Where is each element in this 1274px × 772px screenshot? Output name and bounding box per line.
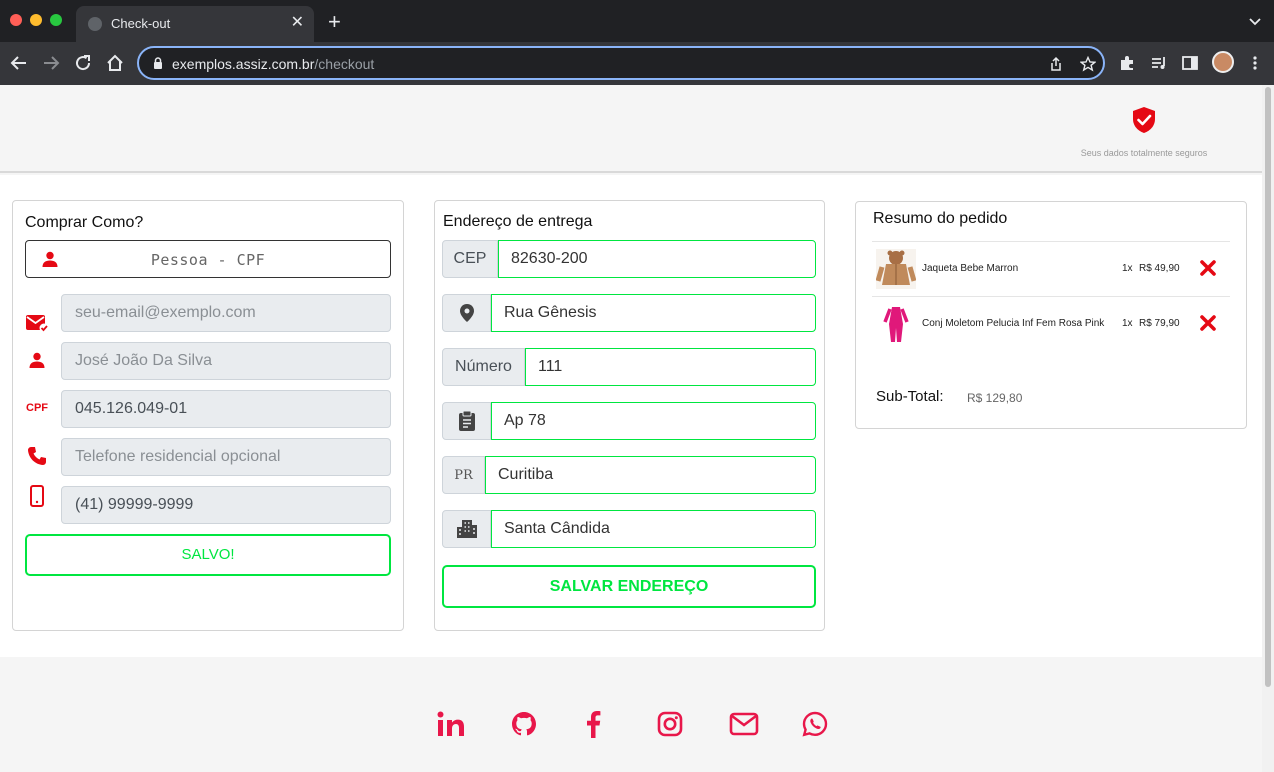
person-icon [25, 348, 49, 372]
browser-tab-bar: Check-out ✕ + [0, 0, 1274, 42]
map-pin-icon [442, 294, 491, 332]
address-card: Endereço de entrega CEP 82630-200 Rua Gê… [434, 200, 825, 631]
facebook-icon[interactable] [578, 709, 608, 739]
list-item: Conj Moletom Pelucia Inf Fem Rosa Pink 1… [872, 296, 1230, 351]
extensions-puzzle-icon[interactable] [1118, 54, 1136, 72]
district-row: Santa Cândida [442, 510, 816, 548]
secure-data-text: Seus dados totalmente seguros [1080, 148, 1208, 158]
city-input[interactable]: Curitiba [485, 456, 816, 494]
district-input[interactable]: Santa Cândida [491, 510, 816, 548]
subtotal-label: Sub-Total: [876, 388, 944, 405]
order-summary-card: Resumo do pedido Jaqueta Bebe Marron 1x … [855, 201, 1247, 429]
street-input[interactable]: Rua Gênesis [491, 294, 816, 332]
media-queue-icon[interactable] [1150, 54, 1168, 72]
product-quantity: 1x [1122, 263, 1133, 274]
product-price: R$ 49,90 [1139, 263, 1180, 274]
more-vertical-icon[interactable] [1246, 54, 1264, 72]
number-row: Número 111 [442, 348, 816, 386]
lock-icon [154, 57, 162, 69]
shield-check-icon [1133, 107, 1155, 133]
forward-arrow-icon[interactable] [41, 53, 61, 73]
back-arrow-icon[interactable] [9, 53, 29, 73]
url-text[interactable]: exemplos.assiz.com.br/checkout [172, 56, 374, 72]
window-zoom-button[interactable] [50, 14, 62, 26]
window-minimize-button[interactable] [30, 14, 42, 26]
home-icon[interactable] [105, 53, 125, 73]
street-row: Rua Gênesis [442, 294, 816, 332]
product-quantity: 1x [1122, 318, 1133, 329]
subtotal-value: R$ 129,80 [967, 391, 1023, 405]
tab-title: Check-out [111, 16, 171, 31]
scrollbar-thumb[interactable] [1265, 87, 1271, 687]
order-summary-title: Resumo do pedido [873, 210, 1008, 227]
side-panel-icon[interactable] [1181, 54, 1199, 72]
tab-close-icon[interactable]: ✕ [291, 14, 304, 32]
buyer-card-title: Comprar Como? [25, 214, 144, 231]
buildings-icon [442, 510, 491, 548]
phone-icon [25, 444, 49, 468]
github-icon[interactable] [509, 709, 539, 739]
mobile-field[interactable]: (41) 99999-9999 [61, 486, 391, 524]
linkedin-icon[interactable] [436, 709, 466, 739]
brown-jacket-thumbnail [876, 249, 916, 289]
site-header: Seus dados totalmente seguros [0, 85, 1262, 173]
cep-row: CEP 82630-200 [442, 240, 816, 278]
checkout-page: Seus dados totalmente seguros Comprar Co… [0, 85, 1262, 772]
instagram-icon[interactable] [655, 709, 685, 739]
profile-avatar[interactable] [1212, 51, 1234, 73]
name-field[interactable]: José João Da Silva [61, 342, 391, 380]
remove-item-icon[interactable] [1200, 315, 1216, 331]
email-field[interactable]: seu-email@exemplo.com [61, 294, 391, 332]
chevron-down-icon[interactable] [1248, 14, 1262, 28]
new-tab-button[interactable]: + [328, 11, 341, 33]
bookmark-star-icon[interactable] [1080, 56, 1096, 72]
state-label: PR [442, 456, 485, 494]
remove-item-icon[interactable] [1200, 260, 1216, 276]
city-row: PR Curitiba [442, 456, 816, 494]
address-bar[interactable]: exemplos.assiz.com.br/checkout [137, 46, 1105, 80]
complement-input[interactable]: Ap 78 [491, 402, 816, 440]
reload-icon[interactable] [73, 53, 93, 73]
globe-icon [88, 17, 102, 31]
save-address-button[interactable]: SALVAR ENDEREÇO [442, 565, 816, 608]
buyer-card: Comprar Como? Pessoa - CPF seu-email@exe… [12, 200, 404, 631]
cpf-icon: CPF [26, 402, 48, 414]
cpf-field[interactable]: 045.126.049-01 [61, 390, 391, 428]
site-footer [0, 657, 1262, 772]
home-phone-field[interactable]: Telefone residencial opcional [61, 438, 391, 476]
mail-check-icon [25, 311, 49, 335]
clipboard-icon [442, 402, 491, 440]
product-price: R$ 79,90 [1139, 318, 1180, 329]
whatsapp-icon[interactable] [800, 709, 830, 739]
share-icon[interactable] [1048, 56, 1064, 72]
browser-toolbar: exemplos.assiz.com.br/checkout [0, 42, 1274, 85]
number-input[interactable]: 111 [525, 348, 816, 386]
list-item: Jaqueta Bebe Marron 1x R$ 49,90 [872, 241, 1230, 296]
checkout-content: Comprar Como? Pessoa - CPF seu-email@exe… [0, 175, 1262, 657]
mail-icon[interactable] [729, 709, 759, 739]
window-close-button[interactable] [10, 14, 22, 26]
product-name: Conj Moletom Pelucia Inf Fem Rosa Pink [922, 318, 1105, 329]
buyer-type-value: Pessoa - CPF [150, 251, 266, 269]
address-card-title: Endereço de entrega [443, 213, 593, 230]
number-label: Número [442, 348, 525, 386]
pink-outfit-thumbnail [876, 304, 916, 344]
mobile-phone-icon [25, 484, 49, 508]
complement-row: Ap 78 [442, 402, 816, 440]
page-scrollbar[interactable] [1262, 85, 1274, 772]
browser-tab[interactable]: Check-out ✕ [76, 6, 314, 42]
cep-label: CEP [442, 240, 498, 278]
saved-button[interactable]: SALVO! [25, 534, 391, 576]
buyer-type-select[interactable]: Pessoa - CPF [25, 240, 391, 278]
product-name: Jaqueta Bebe Marron [922, 263, 1019, 274]
cep-input[interactable]: 82630-200 [498, 240, 816, 278]
